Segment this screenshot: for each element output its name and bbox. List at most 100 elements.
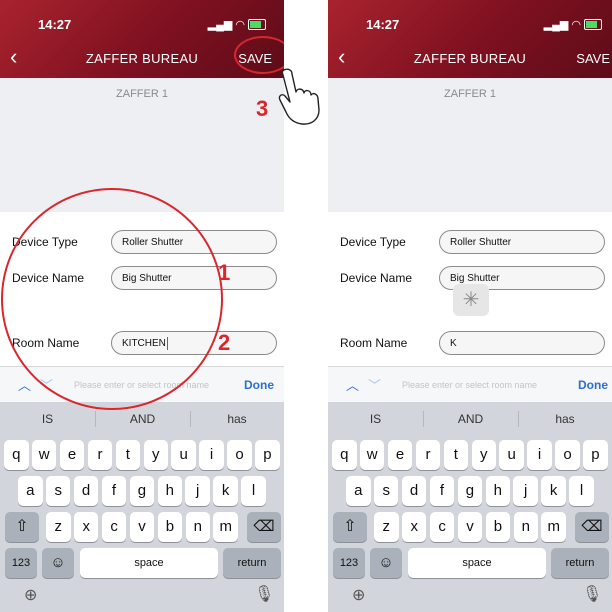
signal-icon: ▂▄▆	[207, 19, 233, 31]
key-e[interactable]: e	[387, 440, 413, 470]
globe-icon[interactable]: ⊕	[352, 585, 365, 605]
phone-screen-right: 14:27 ▂▄▆ ◠ ‹ ZAFFER BUREAU SAVE ZAFFER …	[328, 0, 612, 612]
key-g[interactable]: g	[129, 476, 155, 506]
key-z[interactable]: z	[374, 512, 399, 542]
suggestion-2[interactable]: AND	[423, 402, 518, 436]
annotation-step-2: 2	[218, 330, 231, 355]
room-name-hint: Please enter or select room name	[402, 380, 538, 390]
page-title: ZAFFER BUREAU	[413, 51, 527, 66]
key-l[interactable]: l	[241, 476, 266, 506]
key-r[interactable]: r	[87, 440, 113, 470]
key-j[interactable]: j	[185, 476, 210, 506]
key-y[interactable]: y	[471, 440, 497, 470]
numbers-key[interactable]: 123	[333, 548, 365, 578]
key-s[interactable]: s	[373, 476, 399, 506]
key-b[interactable]: b	[485, 512, 511, 542]
space-key[interactable]: space	[408, 548, 546, 578]
key-n[interactable]: n	[185, 512, 211, 542]
key-j[interactable]: j	[513, 476, 538, 506]
space-key[interactable]: space	[80, 548, 218, 578]
key-x[interactable]: x	[73, 512, 99, 542]
done-button[interactable]: Done	[578, 378, 608, 392]
numbers-key[interactable]: 123	[5, 548, 37, 578]
device-label: ZAFFER 1	[116, 88, 168, 100]
key-u[interactable]: u	[171, 440, 196, 470]
key-z[interactable]: z	[46, 512, 71, 542]
battery-icon	[248, 19, 266, 30]
battery-icon	[584, 19, 602, 30]
emoji-key[interactable]: ☺	[42, 548, 74, 578]
key-o[interactable]: o	[227, 440, 252, 470]
emoji-icon: ☺	[378, 554, 394, 571]
key-n[interactable]: n	[513, 512, 539, 542]
key-d[interactable]: d	[401, 476, 427, 506]
key-h[interactable]: h	[157, 476, 183, 506]
emoji-icon: ☺	[50, 554, 66, 571]
key-q[interactable]: q	[4, 440, 29, 470]
key-k[interactable]: k	[541, 476, 566, 506]
suggestion-3[interactable]: has	[190, 402, 284, 436]
chevron-down-icon[interactable]: ﹀	[368, 375, 381, 394]
status-icons: ▂▄▆ ◠	[208, 18, 266, 31]
status-time: 14:27	[366, 17, 400, 32]
key-p[interactable]: p	[583, 440, 608, 470]
key-v[interactable]: v	[129, 512, 155, 542]
key-f[interactable]: f	[429, 476, 455, 506]
key-t[interactable]: t	[443, 440, 469, 470]
key-i[interactable]: i	[527, 440, 552, 470]
key-r[interactable]: r	[415, 440, 441, 470]
suggestion-1[interactable]: IS	[328, 402, 423, 436]
chevron-up-icon[interactable]: ︿	[346, 375, 359, 394]
globe-icon[interactable]: ⊕	[24, 585, 37, 605]
key-i[interactable]: i	[199, 440, 224, 470]
key-v[interactable]: v	[457, 512, 483, 542]
key-q[interactable]: q	[332, 440, 357, 470]
key-t[interactable]: t	[115, 440, 141, 470]
wifi-icon: ◠	[571, 19, 581, 31]
key-c[interactable]: c	[429, 512, 455, 542]
key-y[interactable]: y	[143, 440, 169, 470]
microphone-icon[interactable]: 🎙	[582, 584, 602, 604]
key-s[interactable]: s	[45, 476, 71, 506]
key-m[interactable]: m	[541, 512, 566, 542]
shift-key[interactable]: ⇧	[333, 512, 367, 542]
wifi-icon: ◠	[235, 19, 245, 31]
key-h[interactable]: h	[485, 476, 511, 506]
key-a[interactable]: a	[346, 476, 371, 506]
shift-icon: ⇧	[15, 518, 29, 535]
keyboard-toolbar: ︿ ﹀ Please enter or select room name Don…	[328, 366, 612, 403]
key-u[interactable]: u	[499, 440, 524, 470]
return-key[interactable]: return	[551, 548, 609, 578]
suggestion-3[interactable]: has	[518, 402, 612, 436]
suggestion-1[interactable]: IS	[0, 402, 95, 436]
room-name-field[interactable]: K	[439, 331, 605, 355]
backspace-key[interactable]: ⌫	[575, 512, 609, 542]
key-l[interactable]: l	[569, 476, 594, 506]
hand-pointer-icon	[278, 68, 320, 125]
chevron-up-icon[interactable]: ︿	[18, 375, 31, 394]
shift-key[interactable]: ⇧	[5, 512, 39, 542]
key-c[interactable]: c	[101, 512, 127, 542]
key-x[interactable]: x	[401, 512, 427, 542]
key-w[interactable]: w	[359, 440, 385, 470]
backspace-key[interactable]: ⌫	[247, 512, 281, 542]
room-name-label: Room Name	[340, 336, 408, 350]
key-w[interactable]: w	[31, 440, 57, 470]
key-e[interactable]: e	[59, 440, 85, 470]
emoji-key[interactable]: ☺	[370, 548, 402, 578]
key-f[interactable]: f	[101, 476, 127, 506]
key-g[interactable]: g	[457, 476, 483, 506]
microphone-icon[interactable]: 🎙	[254, 584, 274, 604]
save-button[interactable]: SAVE	[576, 51, 610, 66]
device-type-field[interactable]: Roller Shutter	[439, 230, 605, 254]
key-d[interactable]: d	[73, 476, 99, 506]
key-p[interactable]: p	[255, 440, 280, 470]
key-m[interactable]: m	[213, 512, 238, 542]
key-o[interactable]: o	[555, 440, 580, 470]
return-key[interactable]: return	[223, 548, 281, 578]
key-k[interactable]: k	[213, 476, 238, 506]
app-header: 14:27 ▂▄▆ ◠ ‹ ZAFFER BUREAU SAVE	[328, 0, 612, 78]
done-button[interactable]: Done	[244, 378, 274, 392]
key-b[interactable]: b	[157, 512, 183, 542]
key-a[interactable]: a	[18, 476, 43, 506]
